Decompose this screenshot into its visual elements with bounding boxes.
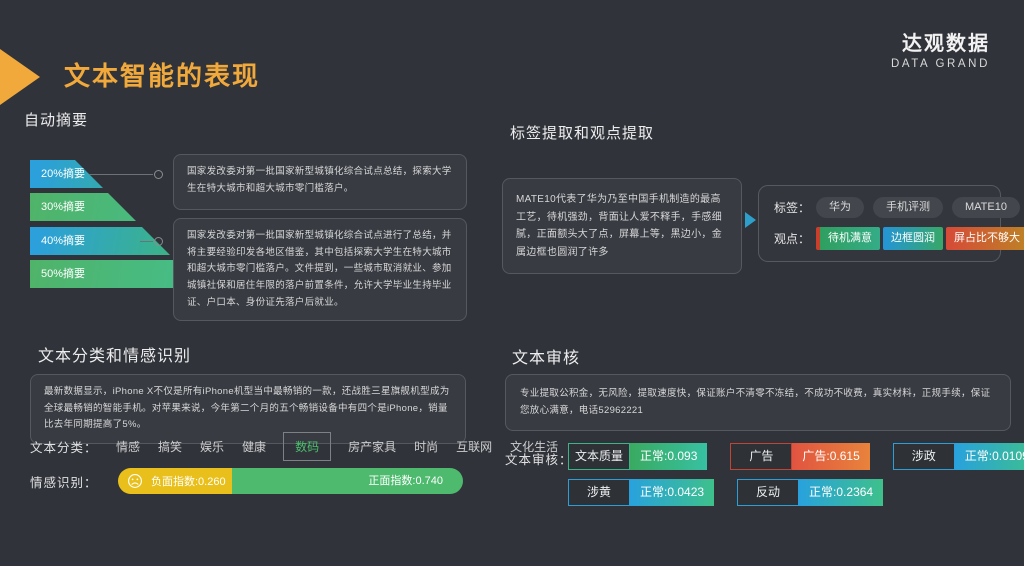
negative-index-value: 负面指数:0.260 [151,473,226,489]
summary-text-box-20: 国家发改委对第一批国家新型城镇化综合试点总结，探索大学生在特大城市和超大城市零门… [173,154,467,210]
section-title-auto-summary: 自动摘要 [24,109,88,130]
badge-name: 广告 [730,443,792,470]
badge-name: 涉政 [893,443,955,470]
summary-text-box-40: 国家发改委对第一批国家新型城镇化综合试点进行了总结，并将主要经验印发各地区借鉴，… [173,218,467,321]
badge-porn[interactable]: 涉黄 正常:0.0423 [568,479,714,506]
funnel-bar-label: 20%摘要 [41,168,85,180]
opinion-chips: 待机满意 边框圆润 屏占比不够大 [816,227,1024,250]
funnel-bar-label: 50%摘要 [41,268,85,280]
positive-index-value: 正面指数:0.740 [368,475,443,487]
category-item-entertainment[interactable]: 娱乐 [200,438,224,455]
tag-pill-review[interactable]: 手机评测 [873,197,943,218]
funnel-bar-label: 40%摘要 [41,235,85,247]
tag-source-text-box: MATE10代表了华为乃至中国手机制造的最高工艺，待机强劲，背面让人爱不释手，手… [502,178,742,274]
sentiment-row: 情感识别： 负面指数:0.260 正面指数:0.740 [30,468,463,494]
opinions-row: 观点： 待机满意 边框圆润 屏占比不够大 [774,227,985,250]
connector-dot-20 [154,170,163,179]
funnel-bar-label: 30%摘要 [41,201,85,213]
opinions-label: 观点： [774,230,816,247]
opinion-chip-frame[interactable]: 边框圆润 [883,227,943,250]
section-title-classify-sentiment: 文本分类和情感识别 [38,342,191,366]
title-triangle-icon [0,49,40,105]
logo: 达观数据 DATA GRAND [891,27,990,70]
badge-value: 正常:0.2364 [799,479,883,506]
badge-name: 反动 [737,479,799,506]
badge-value: 正常:0.0109 [955,443,1024,470]
opinion-chip-standby[interactable]: 待机满意 [816,227,880,250]
review-row: 文本审核： 文本质量 正常:0.093 广告 广告:0.615 涉政 正常:0.… [505,443,1024,506]
badge-value: 正常:0.0423 [630,479,714,506]
tags-row: 标签： 华为 手机评测 MATE10 [774,197,985,218]
sentiment-label: 情感识别： [30,472,118,491]
badge-advertising[interactable]: 广告 广告:0.615 [730,443,869,470]
badge-name: 文本质量 [568,443,630,470]
category-item-realestate[interactable]: 房产家具 [348,438,396,455]
tag-pill-mate10[interactable]: MATE10 [952,197,1020,218]
badge-value: 正常:0.093 [630,443,707,470]
connector-dot-40 [154,237,163,246]
section-title-review: 文本审核 [512,344,580,368]
logo-chinese: 达观数据 [891,27,990,56]
category-item-emotion[interactable]: 情感 [116,438,140,455]
positive-segment: 正面指数:0.740 [232,468,463,494]
tag-opinion-panel: 标签： 华为 手机评测 MATE10 观点： 待机满意 边框圆润 屏占比不够大 [758,185,1001,262]
slide: 文本智能的表现 达观数据 DATA GRAND 自动摘要 20%摘要 30%摘要… [0,0,1024,576]
badge-reactionary[interactable]: 反动 正常:0.2364 [737,479,883,506]
review-label: 文本审核： [505,449,568,506]
classify-label: 文本分类： [30,437,116,456]
bottom-white-strip [0,566,1024,576]
classify-row: 文本分类： 情感 搞笑 娱乐 健康 数码 房产家具 时尚 互联网 文化生活 [30,437,558,456]
arrow-right-icon [745,212,756,228]
opinion-chip-screen[interactable]: 屏占比不够大 [946,227,1024,250]
review-badge-row-2: 涉黄 正常:0.0423 反动 正常:0.2364 [568,479,1024,506]
badge-political[interactable]: 涉政 正常:0.0109 [893,443,1024,470]
connector-line-40 [140,241,153,242]
logo-english: DATA GRAND [891,58,990,70]
negative-segment: 负面指数:0.260 [118,468,232,494]
tag-pills: 华为 手机评测 MATE10 [816,197,1020,218]
connector-line-20 [89,174,153,175]
section-title-tag-opinion: 标签提取和观点提取 [510,122,654,143]
category-tabs: 情感 搞笑 娱乐 健康 数码 房产家具 时尚 互联网 文化生活 [116,438,558,455]
category-item-internet[interactable]: 互联网 [456,438,492,455]
badge-text-quality[interactable]: 文本质量 正常:0.093 [568,443,707,470]
page-title: 文本智能的表现 [64,56,260,93]
classify-source-text-box: 最新数据显示，iPhone X不仅是所有iPhone机型当中最畅销的一款，还战胜… [30,374,466,444]
review-badge-row-1: 文本质量 正常:0.093 广告 广告:0.615 涉政 正常:0.0109 [568,443,1024,470]
badge-value: 广告:0.615 [792,443,869,470]
sentiment-bar: 负面指数:0.260 正面指数:0.740 [118,468,463,494]
sad-face-icon [127,473,143,489]
category-item-digital-selected[interactable]: 数码 [283,432,331,461]
tag-pill-huawei[interactable]: 华为 [816,197,864,218]
category-item-funny[interactable]: 搞笑 [158,438,182,455]
review-badges: 文本质量 正常:0.093 广告 广告:0.615 涉政 正常:0.0109 涉… [568,443,1024,506]
review-source-text-box: 专业提取公积金，无风险，提取速度快，保证账户不清零不冻结，不成功不收费，真实材料… [505,374,1011,431]
badge-name: 涉黄 [568,479,630,506]
tags-label: 标签： [774,199,816,216]
category-item-fashion[interactable]: 时尚 [414,438,438,455]
category-item-health[interactable]: 健康 [242,438,266,455]
